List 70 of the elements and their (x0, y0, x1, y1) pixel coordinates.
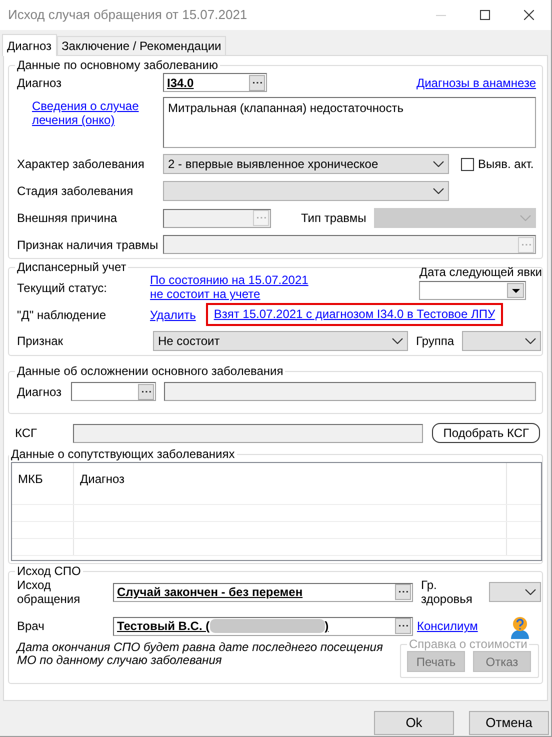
field-label: Гр. здоровья (421, 578, 474, 606)
window-title: Исход случая обращения от 15.07.2021 (8, 8, 248, 22)
field-label: Исход обращения (17, 578, 82, 606)
note-text: МО по данному случаю заболевания (17, 654, 223, 667)
link[interactable]: Удалить (150, 308, 196, 322)
checkbox[interactable] (461, 158, 474, 170)
dropdown-value: Не состоит (158, 334, 221, 348)
field-label: Характер заболевания (17, 157, 146, 171)
field-label: "Д" наблюдение (17, 308, 108, 322)
button[interactable]: Ok (374, 711, 454, 735)
diagnosis-code-field[interactable] (71, 382, 156, 401)
group-title: Данные об осложнении основного заболевания (16, 364, 284, 378)
field-value: I34.0 (167, 76, 195, 90)
link[interactable]: Диагнозы в анамнезе (416, 76, 536, 90)
dropdown-button[interactable] (507, 283, 524, 298)
checkbox-label[interactable]: Выяв. акт. (478, 157, 534, 171)
link[interactable]: Взят 15.07.2021 с диагнозом I34.0 в Тестовое ЛПУ (214, 307, 496, 321)
dropdown-value: 2 - впервые выявленное хроническое (168, 157, 380, 171)
group-title: Данные по основному заболеванию (16, 58, 219, 72)
field-value: Тестовый В.С. ( (117, 619, 210, 633)
group-title: Данные о сопутствующих заболеваниях (10, 447, 236, 461)
browse-button[interactable] (249, 74, 265, 90)
help-icon[interactable] (510, 616, 530, 640)
tab[interactable]: Заключение / Рекомендации (56, 36, 226, 55)
group-title: Исход СПО (16, 564, 82, 578)
browse-button[interactable] (138, 384, 154, 400)
link[interactable]: Сведения о случае лечения (онко) (17, 97, 163, 127)
close-icon[interactable] (524, 10, 534, 20)
maximize-icon[interactable] (480, 10, 490, 20)
diagnosis-text-field[interactable]: Митральная (клапанная) недостаточность (163, 97, 536, 148)
chevron-down-icon (525, 589, 536, 595)
disease-type-dropdown[interactable]: 2 - впервые выявленное хроническое (163, 154, 449, 174)
field-label: КСГ (15, 426, 38, 440)
doctor-field[interactable]: Тестовый В.С. ( ) (113, 616, 413, 636)
field-label: Стадия заболевания (17, 184, 134, 198)
chevron-down-icon (433, 161, 444, 167)
diagnosis-code-field[interactable]: I34.0 (163, 73, 267, 92)
browse-button[interactable] (395, 618, 411, 634)
browse-button[interactable] (395, 584, 411, 600)
field-label: Врач (17, 619, 46, 633)
field-label: Группа (416, 334, 454, 348)
group-title: Диспансерный учет (16, 260, 128, 274)
field-label: Диагноз (17, 384, 63, 398)
note-text: Дата окончания СПО будет равна дате последнего посещения (17, 641, 384, 654)
chevron-down-icon (433, 188, 444, 194)
chevron-down-icon (520, 215, 531, 221)
tab[interactable]: Диагноз (2, 34, 57, 56)
status-dropdown[interactable]: Не состоит (153, 331, 408, 351)
group-title: Справка о стоимости (408, 637, 528, 651)
field-label: Признак (17, 334, 64, 348)
field-label: Дата следующей явки (419, 265, 542, 279)
chevron-down-icon (392, 338, 403, 344)
date-field[interactable] (419, 281, 526, 300)
outcome-field[interactable]: Случай закончен - без перемен (113, 582, 413, 602)
field-label: Диагноз (17, 76, 63, 90)
field-label: Внешняя причина (17, 211, 118, 225)
link[interactable]: Консилиум (417, 619, 478, 633)
field-label: Признак наличия травмы (17, 238, 160, 252)
chevron-down-icon (525, 338, 536, 344)
button[interactable]: Отмена (469, 711, 549, 735)
field-value: Случай закончен - без перемен (117, 585, 304, 599)
field-label: Текущий статус: (17, 281, 108, 295)
field-value: ) (324, 619, 329, 633)
field-label: Тип травмы (301, 211, 366, 225)
link[interactable]: По состоянию на 15.07.2021 (150, 273, 308, 287)
column-header[interactable]: Диагноз (74, 463, 507, 488)
link[interactable]: не состоит на учете (150, 287, 308, 301)
select-ksg-button[interactable]: Подобрать КСГ (432, 423, 540, 443)
caret-down-icon (512, 288, 520, 292)
column-header[interactable]: МКБ (12, 463, 74, 488)
